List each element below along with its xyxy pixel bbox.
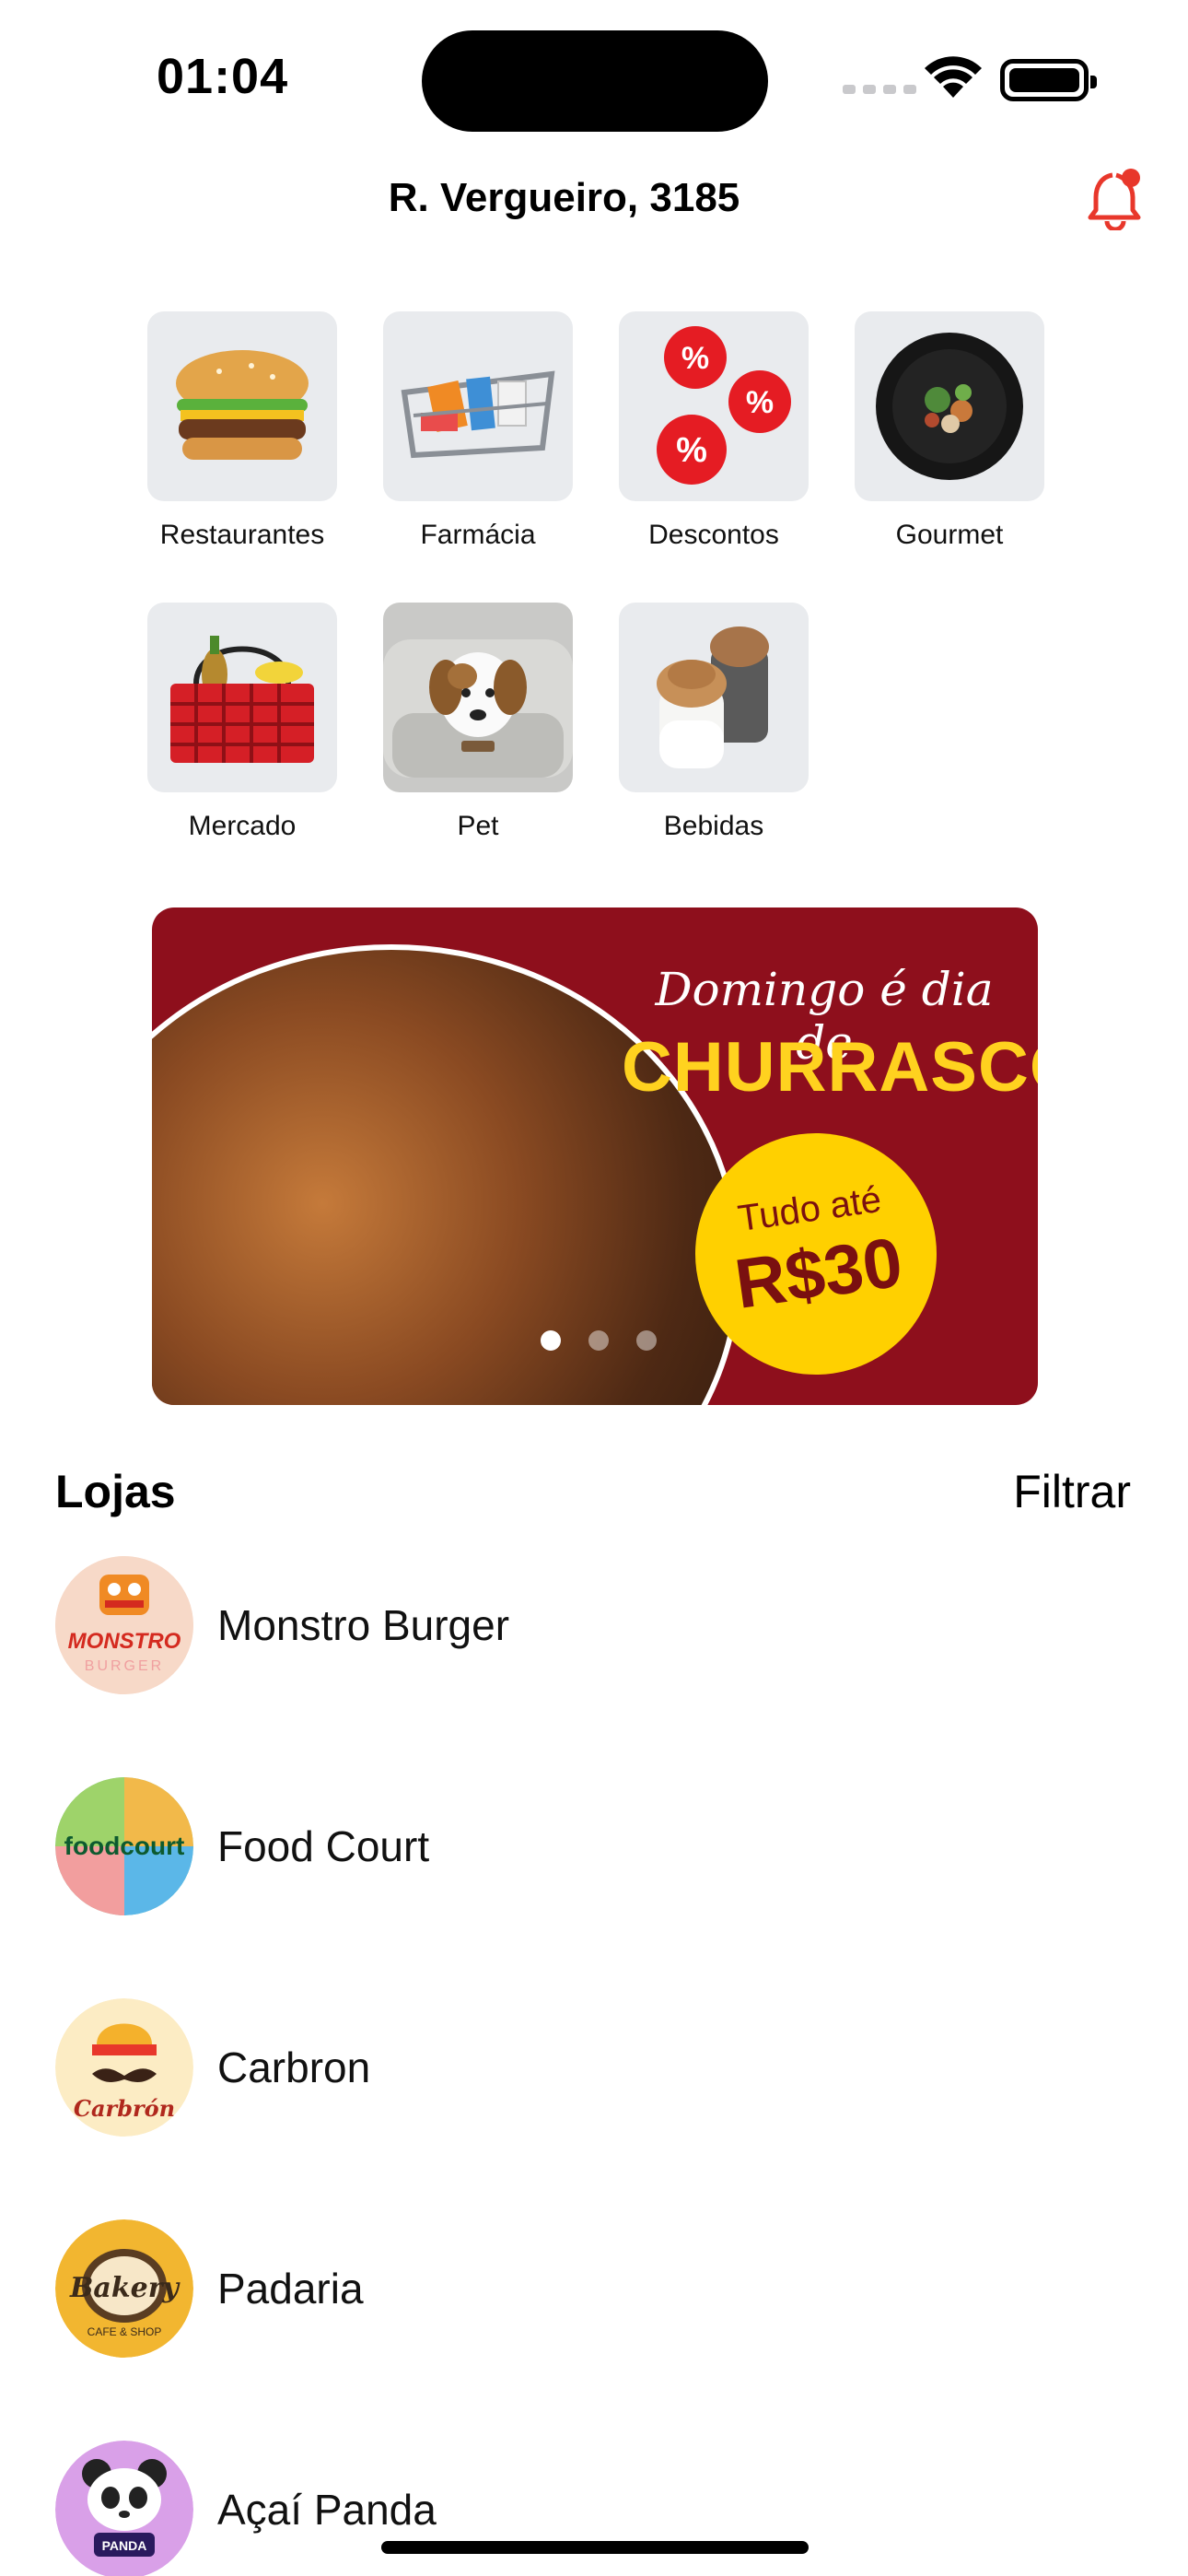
page-dot[interactable] — [588, 1330, 609, 1351]
category-bebidas[interactable]: Bebidas — [617, 603, 810, 842]
status-time: 01:04 — [157, 49, 289, 104]
store-list-item[interactable]: Bakery CAFE & SHOP Padaria — [55, 2219, 1133, 2358]
svg-text:BURGER: BURGER — [85, 1658, 164, 1674]
category-descontos[interactable]: % % % Descontos — [617, 311, 810, 551]
banner-page-indicator[interactable] — [541, 1330, 657, 1351]
category-pet[interactable]: Pet — [381, 603, 575, 842]
category-label: Restaurantes — [159, 520, 325, 550]
dynamic-island — [422, 30, 768, 132]
store-list-item[interactable]: Carbrón Carbron — [55, 1998, 1133, 2137]
drinks-icon — [619, 603, 809, 792]
gourmet-plate-icon — [855, 311, 1044, 501]
store-list-item[interactable]: foodcourt Food Court — [55, 1777, 1133, 1915]
monstro-burger-logo-icon: MONSTRO BURGER — [55, 1556, 193, 1694]
cellular-signal-icon — [843, 85, 916, 94]
category-label: Mercado — [188, 811, 297, 841]
banner-line2: CHURRASCO — [622, 1028, 1038, 1107]
category-label: Farmácia — [420, 520, 536, 550]
market-basket-icon — [147, 603, 337, 792]
delivery-address[interactable]: R. Vergueiro, 3185 — [0, 175, 1128, 221]
svg-text:Carbrón: Carbrón — [74, 2095, 175, 2122]
store-list-item[interactable]: PANDA Açaí Panda — [55, 2441, 1133, 2576]
svg-text:%: % — [676, 431, 707, 470]
notification-bell-icon[interactable] — [1087, 166, 1146, 230]
wifi-icon — [925, 56, 982, 98]
food-court-logo-icon: foodcourt — [55, 1777, 193, 1915]
store-name: Carbron — [217, 2043, 371, 2091]
store-name: Açaí Panda — [217, 2486, 437, 2534]
svg-text:foodcourt: foodcourt — [64, 1832, 185, 1860]
svg-text:%: % — [746, 385, 774, 420]
svg-text:CAFE & SHOP: CAFE & SHOP — [87, 2325, 162, 2338]
store-name: Padaria — [217, 2265, 364, 2313]
svg-text:Bakery: Bakery — [69, 2272, 181, 2304]
pharmacy-basket-icon — [383, 311, 573, 501]
burger-icon — [147, 311, 337, 501]
store-name: Food Court — [217, 1822, 430, 1870]
category-farmacia[interactable]: Farmácia — [381, 311, 575, 551]
category-restaurantes[interactable]: Restaurantes — [146, 311, 339, 551]
acai-panda-logo-icon: PANDA — [55, 2441, 193, 2576]
carbron-logo-icon: Carbrón — [55, 1998, 193, 2137]
padaria-bakery-logo-icon: Bakery CAFE & SHOP — [55, 2219, 193, 2358]
category-mercado[interactable]: Mercado — [146, 603, 339, 842]
battery-icon — [1000, 59, 1097, 101]
category-label: Descontos — [648, 520, 779, 550]
category-label: Bebidas — [663, 811, 764, 841]
discount-balloons-icon: % % % — [619, 311, 809, 501]
home-indicator[interactable] — [381, 2541, 809, 2554]
svg-text:PANDA: PANDA — [102, 2538, 147, 2553]
category-gourmet[interactable]: Gourmet — [853, 311, 1046, 551]
status-bar: 01:04 — [0, 0, 1188, 157]
pet-dog-icon — [383, 603, 573, 792]
stores-section-title: Lojas — [55, 1466, 176, 1517]
svg-text:MONSTRO: MONSTRO — [68, 1629, 181, 1654]
store-name: Monstro Burger — [217, 1601, 510, 1649]
filter-button[interactable]: Filtrar — [1013, 1465, 1131, 1518]
svg-text:%: % — [681, 341, 709, 376]
page-dot-active[interactable] — [541, 1330, 561, 1351]
page-dot[interactable] — [636, 1330, 657, 1351]
category-label: Gourmet — [895, 520, 1004, 550]
category-label: Pet — [457, 811, 499, 841]
store-list-item[interactable]: MONSTRO BURGER Monstro Burger — [55, 1556, 1133, 1694]
